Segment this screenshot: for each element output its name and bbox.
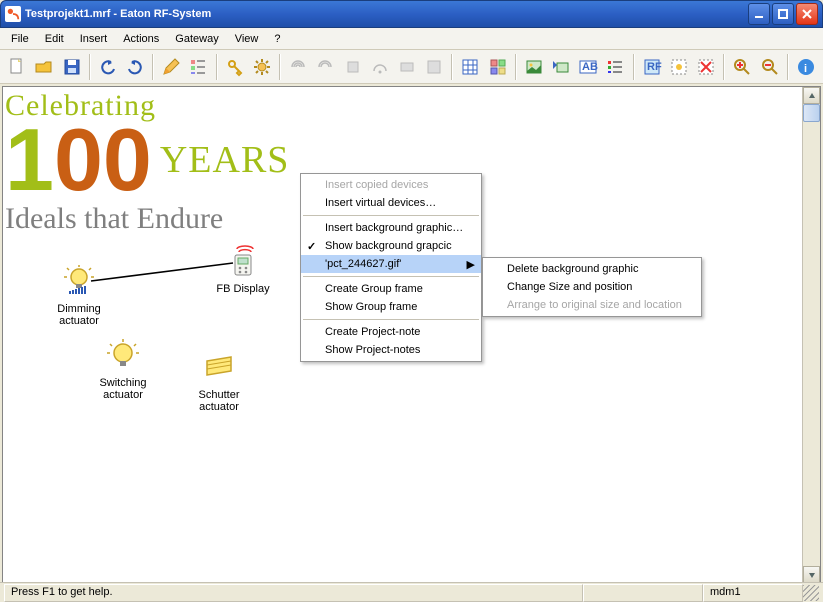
menubar: File Edit Insert Actions Gateway View ? <box>0 28 823 50</box>
canvas-wrap: Celebrating 1 00 YEARS Ideals that Endur… <box>2 86 821 602</box>
titlebar: Testprojekt1.mrf - Eaton RF-System <box>0 0 823 28</box>
big-00: 00 <box>54 123 152 198</box>
delete-mask-icon[interactable] <box>693 53 719 81</box>
grid2-icon[interactable] <box>485 53 511 81</box>
ideals-text: Ideals that Endure <box>5 202 289 236</box>
menu-edit[interactable]: Edit <box>38 31 71 47</box>
menu-actions[interactable]: Actions <box>116 31 166 47</box>
bulb-icon <box>61 265 97 301</box>
context-menu-canvas: Insert copied devices Insert virtual dev… <box>300 173 482 362</box>
menu-help[interactable]: ? <box>267 31 287 47</box>
abc-icon[interactable]: ABC <box>575 53 601 81</box>
pencil-icon[interactable] <box>158 53 184 81</box>
info-button[interactable]: i <box>793 53 819 81</box>
ctx-label: Show background grapcic <box>325 240 452 252</box>
list-icon[interactable] <box>185 53 211 81</box>
device-label: FB Display <box>213 283 273 295</box>
rf-icon[interactable]: RF <box>639 53 665 81</box>
ctx-label: 'pct_244627.gif' <box>325 258 401 270</box>
status-empty <box>583 584 703 602</box>
statusbar: Press F1 to get help. mdm1 <box>0 582 823 602</box>
menu-insert[interactable]: Insert <box>73 31 115 47</box>
signal2-icon[interactable] <box>312 53 338 81</box>
ctx-current-gif[interactable]: 'pct_244627.gif' ▶ <box>301 255 481 273</box>
ctx-change-size[interactable]: Change Size and position <box>483 278 701 296</box>
scroll-thumb[interactable] <box>803 104 820 122</box>
menu-gateway[interactable]: Gateway <box>168 31 225 47</box>
shutter-icon <box>201 351 237 387</box>
ctx-arrange-original: Arrange to original size and location <box>483 296 701 314</box>
separator <box>303 215 479 216</box>
device-label: Switching actuator <box>95 377 151 401</box>
context-submenu: Delete background graphic Change Size an… <box>482 257 702 317</box>
key-icon[interactable] <box>222 53 248 81</box>
image-icon[interactable] <box>521 53 547 81</box>
link-line <box>91 263 233 281</box>
ctx-show-notes[interactable]: Show Project-notes <box>301 341 481 359</box>
device-label: Schutter actuator <box>191 389 247 413</box>
svg-text:i: i <box>804 63 807 75</box>
ctx-create-group[interactable]: Create Group frame <box>301 280 481 298</box>
status-hint: Press F1 to get help. <box>4 584 583 602</box>
ctx-create-note[interactable]: Create Project-note <box>301 323 481 341</box>
app-icon <box>5 6 21 22</box>
ctx-insert-virtual[interactable]: Insert virtual devices… <box>301 194 481 212</box>
menu-view[interactable]: View <box>228 31 266 47</box>
separator <box>303 276 479 277</box>
redo-button[interactable] <box>122 53 148 81</box>
list2-icon[interactable] <box>602 53 628 81</box>
menu-file[interactable]: File <box>4 31 36 47</box>
display-icon <box>225 245 261 281</box>
status-port: mdm1 <box>703 584 803 602</box>
device-fbdisplay[interactable]: FB Display <box>213 245 273 295</box>
submenu-arrow-icon: ▶ <box>467 258 475 271</box>
device-dimming[interactable]: Dimming actuator <box>51 265 107 327</box>
ctx-delete-bg[interactable]: Delete background graphic <box>483 260 701 278</box>
device-label: Dimming actuator <box>51 303 107 327</box>
resize-grip[interactable] <box>803 585 819 601</box>
ctx-insert-bg[interactable]: Insert background graphic… <box>301 219 481 237</box>
signal6-icon[interactable] <box>421 53 447 81</box>
big-1: 1 <box>5 123 54 198</box>
ctx-show-bg[interactable]: ✓ Show background grapcic <box>301 237 481 255</box>
window-buttons <box>748 3 818 25</box>
ctx-insert-copied: Insert copied devices <box>301 176 481 194</box>
check-icon: ✓ <box>307 240 316 253</box>
canvas[interactable]: Celebrating 1 00 YEARS Ideals that Endur… <box>3 87 802 583</box>
zoom-in-button[interactable] <box>729 53 755 81</box>
separator <box>303 319 479 320</box>
years-text: YEARS <box>160 138 290 182</box>
open-button[interactable] <box>31 53 57 81</box>
scroll-down-button[interactable] <box>803 566 820 583</box>
device-switching[interactable]: Switching actuator <box>95 339 151 401</box>
save-button[interactable] <box>58 53 84 81</box>
vertical-scrollbar[interactable] <box>802 87 820 583</box>
signal5-icon[interactable] <box>394 53 420 81</box>
device-schutter[interactable]: Schutter actuator <box>191 351 247 413</box>
scroll-up-button[interactable] <box>803 87 820 104</box>
toolbar: ABC RF i <box>0 50 823 84</box>
window-title: Testprojekt1.mrf - Eaton RF-System <box>25 8 748 20</box>
signal3-icon[interactable] <box>339 53 365 81</box>
arrow-image-icon[interactable] <box>548 53 574 81</box>
ctx-show-group[interactable]: Show Group frame <box>301 298 481 316</box>
background-graphic: Celebrating 1 00 YEARS Ideals that Endur… <box>5 89 289 236</box>
gear-icon[interactable] <box>249 53 275 81</box>
minimize-button[interactable] <box>748 3 770 25</box>
bulb-icon <box>105 339 141 375</box>
svg-text:ABC: ABC <box>582 61 598 73</box>
new-button[interactable] <box>4 53 30 81</box>
maximize-button[interactable] <box>772 3 794 25</box>
svg-text:RF: RF <box>647 61 662 73</box>
mask-icon[interactable] <box>666 53 692 81</box>
close-button[interactable] <box>796 3 818 25</box>
grid1-icon[interactable] <box>457 53 483 81</box>
signal4-icon[interactable] <box>367 53 393 81</box>
undo-button[interactable] <box>95 53 121 81</box>
zoom-out-button[interactable] <box>756 53 782 81</box>
signal1-icon[interactable] <box>285 53 311 81</box>
